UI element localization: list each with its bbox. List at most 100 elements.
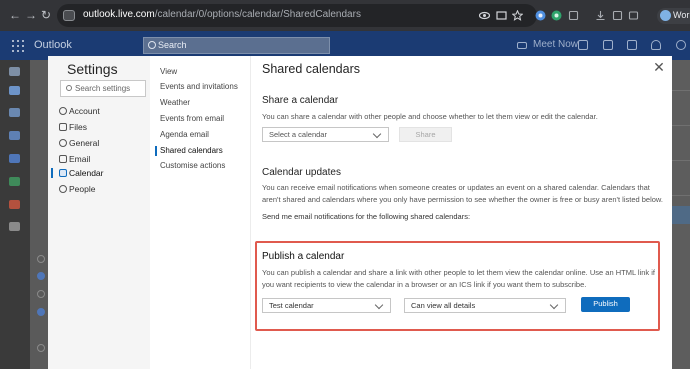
share-button[interactable]: Share [399, 127, 452, 142]
todo-rail-icon[interactable] [9, 131, 20, 140]
subnav-view[interactable]: View [160, 67, 177, 76]
select-placeholder: Select a calendar [269, 130, 327, 139]
subnav-customise-actions[interactable]: Customise actions [160, 161, 225, 170]
extension-blue-icon[interactable] [535, 10, 546, 21]
permission-value: Can view all details [411, 301, 476, 310]
subnav-shared-calendars[interactable]: Shared calendars [160, 146, 223, 155]
app-rail [0, 60, 30, 369]
page-title: Shared calendars [262, 62, 360, 76]
reload-icon[interactable]: ↻ [41, 8, 51, 22]
nav-label: People [69, 184, 96, 194]
download-icon[interactable] [595, 10, 606, 21]
calendar-icon [59, 169, 67, 177]
teams-icon[interactable] [578, 40, 588, 50]
settings-title: Settings [67, 61, 118, 77]
calendar-rail-icon[interactable] [9, 86, 20, 95]
event-block [672, 206, 690, 224]
extensions-icon[interactable] [568, 10, 579, 21]
extension-green-icon[interactable] [551, 10, 562, 21]
star-icon[interactable] [512, 10, 523, 21]
search-icon [148, 41, 156, 49]
bell-icon[interactable] [651, 40, 661, 50]
profile-label: Work [673, 10, 690, 20]
feedback-icon[interactable] [627, 40, 637, 50]
powerpoint-rail-icon[interactable] [9, 200, 20, 209]
divider [672, 90, 690, 91]
back-icon[interactable]: ← [9, 8, 21, 22]
browser-sidebar-icon[interactable] [612, 10, 623, 21]
outlook-search-placeholder: Search [158, 40, 187, 50]
publish-button[interactable]: Publish [581, 297, 630, 312]
file-icon [59, 123, 67, 131]
folder-pane [30, 60, 48, 369]
settings-nav-pane [48, 56, 150, 369]
calendar-check-icon[interactable] [37, 308, 45, 316]
search-icon [66, 85, 72, 91]
video-icon[interactable] [517, 42, 527, 49]
publish-calendar-value: Test calendar [269, 301, 314, 310]
app-launcher-icon[interactable] [12, 40, 24, 52]
publish-calendar-select[interactable]: Test calendar [262, 298, 391, 313]
url-host: outlook.live.com [83, 9, 155, 20]
share-button-label: Share [415, 130, 436, 139]
publish-button-label: Publish [593, 299, 618, 308]
subnav-events-from-email[interactable]: Events from email [160, 114, 224, 123]
word-rail-icon[interactable] [9, 154, 20, 163]
close-icon[interactable]: ✕ [652, 60, 666, 74]
nav-label: Calendar [69, 168, 104, 178]
permission-select[interactable]: Can view all details [404, 298, 566, 313]
forward-icon[interactable]: → [25, 8, 37, 22]
settings-search-placeholder: Search settings [75, 84, 131, 93]
chevron-down-icon [549, 300, 559, 310]
chevron-down-icon [372, 129, 382, 139]
notify-label: Send me email notifications for the foll… [262, 212, 471, 221]
publish-description: You can publish a calendar and share a l… [262, 268, 656, 289]
chevron-down-icon [374, 300, 384, 310]
updates-heading: Calendar updates [262, 167, 341, 178]
subnav-agenda-email[interactable]: Agenda email [160, 130, 209, 139]
person-icon [59, 107, 67, 115]
more-apps-rail-icon[interactable] [9, 222, 20, 231]
calendar-circle-icon[interactable] [37, 344, 45, 352]
settings-nav-email[interactable] [54, 153, 146, 165]
notes-icon[interactable] [603, 40, 613, 50]
people-icon [59, 185, 67, 193]
subnav-weather[interactable]: Weather [160, 98, 190, 107]
share-description: You can share a calendar with other peop… [262, 112, 598, 121]
gear-icon[interactable] [676, 40, 686, 50]
pip-icon[interactable] [628, 10, 639, 21]
eye-icon[interactable] [479, 10, 490, 21]
divider [672, 195, 690, 196]
divider [672, 125, 690, 126]
settings-nav-people[interactable] [54, 183, 146, 195]
pane-divider [250, 56, 251, 369]
settings-nav-account[interactable] [54, 105, 146, 117]
gear-icon [59, 139, 67, 147]
settings-nav-files[interactable] [54, 121, 146, 133]
outlook-title: Outlook [34, 39, 72, 51]
address-bar-url[interactable]: outlook.live.com/calendar/0/options/cale… [83, 9, 361, 20]
people-rail-icon[interactable] [9, 108, 20, 117]
calendar-check-icon[interactable] [37, 272, 45, 280]
nav-label: Account [69, 106, 100, 116]
profile-avatar [660, 10, 671, 21]
calendar-select[interactable]: Select a calendar [262, 127, 389, 142]
nav-label: Email [69, 154, 91, 164]
selection-indicator [51, 168, 53, 178]
nav-label: Files [69, 122, 87, 132]
cast-icon[interactable] [496, 10, 507, 21]
url-path: /calendar/0/options/calendar/SharedCalen… [154, 9, 361, 20]
mail-icon [59, 155, 67, 163]
divider [672, 160, 690, 161]
site-info-icon[interactable] [63, 10, 75, 21]
chevron-down-icon[interactable] [37, 255, 45, 263]
calendar-circle-icon[interactable] [37, 290, 45, 298]
share-heading: Share a calendar [262, 95, 339, 106]
subnav-events-and-invitations[interactable]: Events and invitations [160, 82, 238, 91]
publish-heading: Publish a calendar [262, 251, 345, 262]
mail-rail-icon[interactable] [9, 67, 20, 76]
nav-label: General [69, 138, 100, 148]
settings-nav-general[interactable] [54, 137, 146, 149]
excel-rail-icon[interactable] [9, 177, 20, 186]
meet-now-button[interactable]: Meet Now [533, 39, 578, 50]
